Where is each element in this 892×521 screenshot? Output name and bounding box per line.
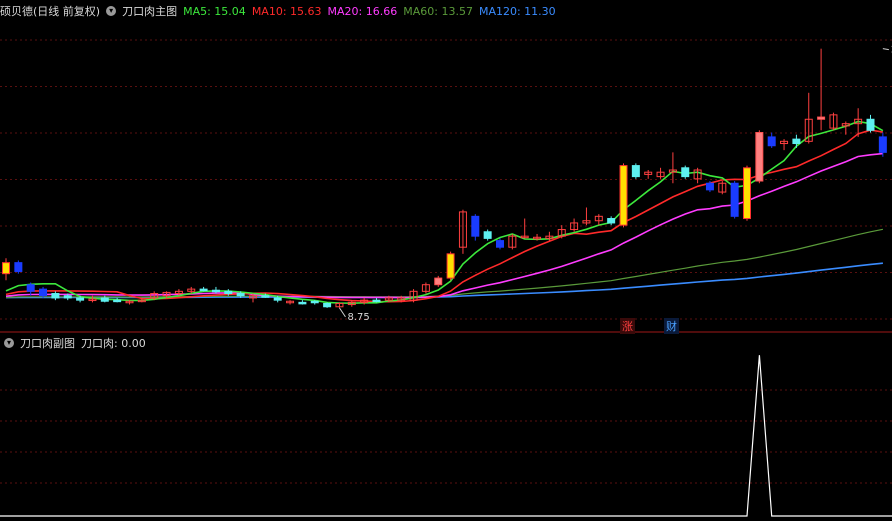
candle-body bbox=[434, 277, 443, 286]
cai-tag[interactable]: 财 bbox=[664, 318, 679, 334]
candle-body bbox=[26, 284, 35, 292]
sub-chart-header: ▾ 刀口肉副图 刀口肉: 0.00 bbox=[0, 334, 152, 352]
annotation-pointer bbox=[339, 307, 346, 318]
ma5-label: MA5: 15.04 bbox=[183, 4, 246, 18]
ma60-label: MA60: 13.57 bbox=[403, 4, 473, 18]
candle-body bbox=[39, 288, 48, 297]
candle-body bbox=[878, 136, 887, 153]
ma20-label: MA20: 16.66 bbox=[327, 4, 398, 18]
candle-body bbox=[51, 293, 60, 299]
candle-body bbox=[496, 240, 504, 248]
ma10-label: MA10: 15.63 bbox=[251, 4, 322, 18]
candle-body bbox=[681, 167, 690, 178]
zhang-tag[interactable]: 涨 bbox=[620, 318, 635, 334]
candle-body bbox=[273, 297, 282, 301]
low-price-label: 8.75 bbox=[347, 312, 369, 323]
candle-body bbox=[224, 290, 233, 295]
sub-indicator-name[interactable]: 刀口肉副图 bbox=[20, 335, 75, 351]
candle-body bbox=[63, 295, 72, 299]
candle-body bbox=[446, 253, 455, 279]
candle-body bbox=[100, 297, 109, 302]
stock-title: 硕贝德(日线 前复权) bbox=[0, 5, 101, 18]
candle-body bbox=[631, 165, 640, 178]
annotation-pointer bbox=[882, 48, 889, 51]
candle-body bbox=[866, 118, 875, 131]
candle-body bbox=[14, 262, 23, 272]
candle-body bbox=[817, 116, 826, 120]
candle-body bbox=[705, 182, 714, 191]
ma60-line bbox=[5, 228, 884, 298]
candle-body bbox=[2, 262, 10, 275]
kline-chart[interactable]: 20.508.75 bbox=[0, 0, 892, 521]
ma120-label: MA120: 11.30 bbox=[478, 4, 556, 18]
main-indicator-name[interactable]: 刀口肉主图 bbox=[122, 3, 177, 19]
candle-body bbox=[372, 299, 381, 303]
sub-indicator-line bbox=[0, 355, 892, 517]
candle-body bbox=[767, 136, 776, 147]
candle-body bbox=[743, 167, 751, 220]
candle-body bbox=[483, 231, 492, 239]
candle-body bbox=[755, 132, 764, 182]
candle-body bbox=[199, 288, 208, 292]
candle-body bbox=[261, 295, 270, 298]
candle-body bbox=[607, 218, 616, 224]
candle-body bbox=[471, 215, 480, 237]
ma5-line bbox=[5, 120, 884, 305]
candle-body bbox=[76, 297, 85, 301]
chevron-down-icon[interactable]: ▾ bbox=[106, 6, 117, 16]
candle-body bbox=[113, 299, 122, 303]
sub-indicator-value: 刀口肉: 0.00 bbox=[81, 337, 146, 350]
candle-body bbox=[298, 301, 307, 305]
ma10-line bbox=[5, 129, 884, 303]
candle-body bbox=[619, 165, 628, 226]
ma120-line bbox=[5, 262, 883, 299]
candle-body bbox=[730, 182, 739, 217]
chevron-down-icon[interactable]: ▾ bbox=[4, 338, 14, 348]
main-chart-header: 硕贝德(日线 前复权) ▾ 刀口肉主图 MA5: 15.04 MA10: 15.… bbox=[0, 2, 562, 20]
candle-body bbox=[323, 302, 332, 308]
candle-body bbox=[211, 289, 220, 293]
candle-body bbox=[236, 293, 245, 297]
candle-body bbox=[792, 138, 801, 145]
candle-body bbox=[310, 300, 319, 304]
